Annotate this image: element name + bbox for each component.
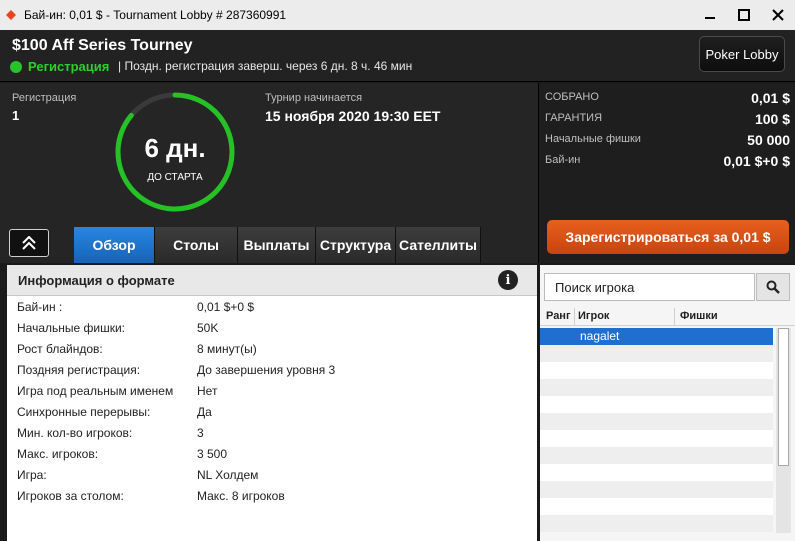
tournament-name: $100 Aff Series Tourney xyxy=(12,37,193,54)
format-info-key: Мин. кол-во игроков: xyxy=(17,426,133,440)
registered-count-label: Регистрация xyxy=(12,92,77,104)
empty-player-row xyxy=(540,379,773,396)
format-info-value: Да xyxy=(197,405,212,419)
format-info-row: Мин. кол-во игроков: 3 xyxy=(17,426,517,446)
tournament-header: $100 Aff Series Tourney Регистрация | По… xyxy=(0,30,795,82)
players-panel: Поиск игрока Ранг Игрок Фишки nagalet xyxy=(540,265,795,541)
poker-lobby-button[interactable]: Poker Lobby xyxy=(699,36,785,72)
window-title: Бай-ин: 0,01 $ - Tournament Lobby # 2873… xyxy=(24,8,287,22)
starting-stack-value: 50 000 xyxy=(747,132,790,148)
format-info-key: Рост блайндов: xyxy=(17,342,103,356)
format-info-row: Игра под реальным именем Нет xyxy=(17,384,517,404)
format-info-row: Начальные фишки: 50K xyxy=(17,321,517,341)
empty-player-row xyxy=(540,362,773,379)
buyin-label: Бай-ин xyxy=(545,154,581,166)
format-info-value: 8 минут(ы) xyxy=(197,342,257,356)
empty-player-row xyxy=(540,515,773,532)
collected-row: СОБРАНО 0,01 $ xyxy=(545,90,790,111)
tab-structure[interactable]: Структура xyxy=(316,227,396,263)
format-info-row: Игроков за столом: Макс. 8 игроков xyxy=(17,489,517,509)
format-info-key: Игроков за столом: xyxy=(17,489,124,503)
format-info-value: Нет xyxy=(197,384,218,398)
collapse-button[interactable] xyxy=(9,229,49,257)
collected-value: 0,01 $ xyxy=(751,90,790,106)
format-info-key: Синхронные перерывы: xyxy=(17,405,151,419)
window-title-bar: Бай-ин: 0,01 $ - Tournament Lobby # 2873… xyxy=(0,0,795,30)
format-info-row: Бай-ин : 0,01 $+0 $ xyxy=(17,300,517,320)
double-chevron-up-icon xyxy=(22,236,36,250)
column-rank[interactable]: Ранг xyxy=(546,310,571,322)
guarantee-label: ГАРАНТИЯ xyxy=(545,112,603,124)
status-indicator-icon xyxy=(10,61,22,73)
registered-count-value: 1 xyxy=(12,108,20,123)
format-info-row: Игра: NL Холдем xyxy=(17,468,517,488)
start-time-value: 15 ноября 2020 19:30 EET xyxy=(265,108,441,124)
starting-stack-label: Начальные фишки xyxy=(545,133,641,145)
empty-player-row xyxy=(540,447,773,464)
format-info-key: Игра под реальным именем xyxy=(17,384,174,398)
tab-payouts[interactable]: Выплаты xyxy=(238,227,316,263)
search-button[interactable] xyxy=(756,273,790,301)
format-info-panel: Информация о формате i Бай-ин : 0,01 $+0 … xyxy=(7,265,537,541)
registration-status: Регистрация xyxy=(28,59,110,74)
format-info-row: Макс. игроков: 3 500 xyxy=(17,447,517,467)
empty-player-row xyxy=(540,345,773,362)
empty-player-row xyxy=(540,413,773,430)
column-chips[interactable]: Фишки xyxy=(680,310,718,322)
lobby-tabs: Обзор Столы Выплаты Структура Сателлиты xyxy=(74,227,481,263)
guarantee-row: ГАРАНТИЯ 100 $ xyxy=(545,111,790,132)
countdown-timer: 6 дн. ДО СТАРТА xyxy=(111,88,239,216)
player-name: nagalet xyxy=(580,329,620,343)
spade-icon xyxy=(6,10,16,20)
guarantee-value: 100 $ xyxy=(754,111,790,127)
collected-label: СОБРАНО xyxy=(545,91,599,103)
format-info-value: До завершения уровня 3 xyxy=(197,363,336,377)
format-info-row: Синхронные перерывы: Да xyxy=(17,405,517,425)
empty-player-row xyxy=(540,498,773,515)
starting-stack-row: Начальные фишки 50 000 xyxy=(545,132,790,153)
empty-player-row xyxy=(540,464,773,481)
late-registration-info: | Поздн. регистрация заверш. через 6 дн.… xyxy=(118,59,413,73)
format-info-key: Макс. игроков: xyxy=(17,447,99,461)
format-info-key: Игра: xyxy=(17,468,47,482)
format-info-key: Начальные фишки: xyxy=(17,321,126,335)
format-info-header: Информация о формате i xyxy=(7,265,537,296)
prize-summary: СОБРАНО 0,01 $ ГАРАНТИЯ 100 $ Начальные … xyxy=(538,83,795,263)
format-info-value: NL Холдем xyxy=(197,468,259,482)
format-info-row: Рост блайндов: 8 минут(ы) xyxy=(17,342,517,362)
empty-player-row xyxy=(540,481,773,498)
start-time-label: Турнир начинается xyxy=(265,92,363,104)
player-search-input[interactable]: Поиск игрока xyxy=(544,273,755,301)
empty-player-row xyxy=(540,396,773,413)
format-info-value: 3 500 xyxy=(197,447,228,461)
close-icon[interactable] xyxy=(761,0,795,30)
format-info-value: 50K xyxy=(197,321,219,335)
buyin-value: 0,01 $+0 $ xyxy=(723,153,790,169)
players-table-header: Ранг Игрок Фишки xyxy=(540,308,795,326)
format-info-row: Поздняя регистрация: До завершения уровня… xyxy=(17,363,517,383)
empty-player-row xyxy=(540,430,773,447)
format-info-title: Информация о формате xyxy=(18,273,175,288)
scrollbar-thumb[interactable] xyxy=(778,328,789,466)
player-row[interactable]: nagalet xyxy=(540,328,773,345)
players-scrollbar[interactable] xyxy=(776,328,791,533)
info-icon[interactable]: i xyxy=(498,270,518,290)
tournament-info: Регистрация 1 6 дн. ДО СТАРТА Турнир нач… xyxy=(0,83,795,263)
tab-overview[interactable]: Обзор xyxy=(74,227,155,263)
countdown-caption: ДО СТАРТА xyxy=(147,172,203,183)
register-button[interactable]: Зарегистрироваться за 0,01 $ xyxy=(547,220,789,254)
buyin-row: Бай-ин 0,01 $+0 $ xyxy=(545,153,790,174)
format-info-key: Бай-ин : xyxy=(17,300,63,314)
countdown-value: 6 дн. xyxy=(144,133,206,163)
format-info-key: Поздняя регистрация: xyxy=(17,363,141,377)
format-info-value: 3 xyxy=(197,426,204,440)
maximize-icon[interactable] xyxy=(727,0,761,30)
tab-tables[interactable]: Столы xyxy=(155,227,238,263)
format-info-value: Макс. 8 игроков xyxy=(197,489,285,503)
column-player[interactable]: Игрок xyxy=(578,310,609,322)
format-info-value: 0,01 $+0 $ xyxy=(197,300,255,314)
search-icon xyxy=(766,280,780,294)
tab-satellites[interactable]: Сателлиты xyxy=(396,227,481,263)
minimize-icon[interactable] xyxy=(693,0,727,30)
